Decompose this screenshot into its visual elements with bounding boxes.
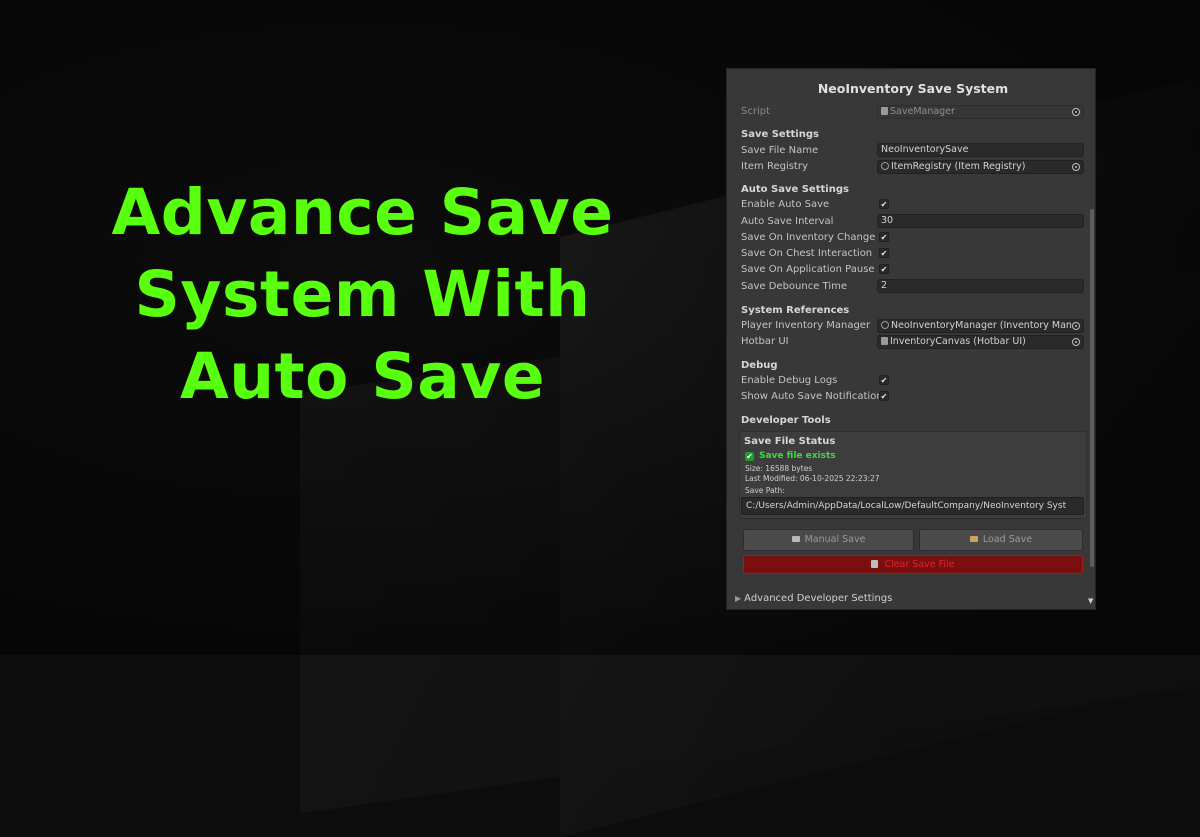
save-path-label: Save Path:	[745, 486, 785, 495]
debug-header: Debug	[741, 360, 778, 371]
clear-save-file-label: Clear Save File	[884, 559, 955, 570]
load-save-label: Load Save	[982, 534, 1033, 545]
save-debounce-time-label: Save Debounce Time	[741, 281, 848, 292]
save-on-application-pause-checkbox[interactable]: ✔	[879, 264, 889, 274]
save-icon	[791, 536, 800, 542]
save-on-inventory-change-label: Save On Inventory Change	[741, 232, 876, 243]
save-on-application-pause-label: Save On Application Pause	[741, 264, 875, 275]
headline-line: System With	[134, 258, 591, 331]
check-icon: ✔	[745, 452, 754, 461]
save-on-chest-interaction-label: Save On Chest Interaction	[741, 248, 873, 259]
script-icon	[881, 337, 888, 345]
save-file-exists: ✔ Save file exists	[745, 451, 836, 461]
last-modified-text: Last Modified: 06-10-2025 22:23:27	[745, 474, 880, 482]
show-auto-save-notification-checkbox[interactable]: ✔	[879, 391, 889, 401]
save-debounce-time-input[interactable]: 2	[877, 279, 1084, 293]
component-icon	[881, 321, 889, 329]
item-registry-value: ItemRegistry (Item Registry)	[891, 161, 1026, 172]
hotbar-ui-field[interactable]: InventoryCanvas (Hotbar UI)	[877, 335, 1084, 349]
system-references-header: System References	[741, 305, 850, 316]
auto-save-settings-header: Auto Save Settings	[741, 184, 849, 195]
headline: Advance Save System With Auto Save	[70, 172, 655, 418]
save-file-name-input[interactable]: NeoInventorySave	[877, 143, 1084, 157]
save-on-inventory-change-checkbox[interactable]: ✔	[879, 232, 889, 242]
show-auto-save-notification-label: Show Auto Save Notification	[741, 391, 883, 402]
folder-icon	[969, 536, 978, 542]
inspector-title: NeoInventory Save System	[817, 81, 1009, 96]
load-save-button[interactable]: Load Save	[919, 529, 1083, 551]
scrollbar-thumb[interactable]	[1090, 209, 1094, 567]
object-picker-icon[interactable]	[1072, 338, 1080, 346]
save-file-name-value: NeoInventorySave	[881, 144, 969, 155]
save-path-value: C:/Users/Admin/AppData/LocalLow/DefaultC…	[746, 501, 1067, 511]
object-picker-icon[interactable]	[1072, 163, 1080, 171]
player-inventory-manager-field[interactable]: NeoInventoryManager (Inventory Mana	[877, 319, 1084, 333]
scriptable-object-icon	[881, 162, 889, 170]
developer-tools-header: Developer Tools	[741, 415, 831, 426]
item-registry-field[interactable]: ItemRegistry (Item Registry)	[877, 160, 1084, 174]
foldout-arrow-icon: ▶	[735, 594, 742, 603]
clear-save-file-button[interactable]: Clear Save File	[743, 555, 1083, 574]
script-field: SaveManager	[877, 105, 1084, 119]
auto-save-interval-input[interactable]: 30	[877, 214, 1084, 228]
hotbar-ui-value: InventoryCanvas (Hotbar UI)	[890, 336, 1026, 347]
enable-debug-logs-label: Enable Debug Logs	[741, 375, 838, 386]
hotbar-ui-label: Hotbar UI	[741, 336, 789, 347]
trash-icon	[871, 560, 879, 568]
script-icon	[881, 107, 888, 115]
save-settings-header: Save Settings	[741, 129, 819, 140]
player-inventory-manager-label: Player Inventory Manager	[741, 320, 871, 331]
object-picker-icon	[1072, 108, 1080, 116]
script-value: SaveManager	[890, 106, 955, 117]
save-file-name-label: Save File Name	[741, 145, 819, 156]
headline-line: Auto Save	[179, 340, 546, 413]
item-registry-label: Item Registry	[741, 161, 808, 172]
save-path-field[interactable]: C:/Users/Admin/AppData/LocalLow/DefaultC…	[741, 497, 1084, 515]
object-picker-icon[interactable]	[1072, 322, 1080, 330]
manual-save-button[interactable]: Manual Save	[743, 529, 914, 551]
file-size-text: Size: 16588 bytes	[745, 464, 813, 473]
manual-save-label: Manual Save	[804, 534, 866, 545]
enable-auto-save-checkbox[interactable]: ✔	[879, 199, 889, 209]
enable-auto-save-label: Enable Auto Save	[741, 199, 830, 210]
script-label: Script	[741, 106, 771, 117]
auto-save-interval-value: 30	[881, 215, 894, 226]
advanced-developer-settings-label: Advanced Developer Settings	[744, 593, 893, 604]
auto-save-interval-label: Auto Save Interval	[741, 216, 834, 227]
headline-line: Advance Save	[111, 176, 614, 249]
save-file-exists-text: Save file exists	[759, 451, 836, 461]
save-file-status-title: Save File Status	[744, 436, 836, 447]
save-on-chest-interaction-checkbox[interactable]: ✔	[879, 248, 889, 258]
player-inventory-manager-value: NeoInventoryManager (Inventory Mana	[891, 320, 1078, 331]
save-debounce-time-value: 2	[881, 280, 888, 291]
inspector-panel: NeoInventory Save System Script SaveMana…	[726, 68, 1096, 610]
enable-debug-logs-checkbox[interactable]: ✔	[879, 375, 889, 385]
scroll-down-icon[interactable]: ▼	[1088, 597, 1093, 605]
advanced-developer-settings-foldout[interactable]: ▶ Advanced Developer Settings	[735, 593, 892, 604]
